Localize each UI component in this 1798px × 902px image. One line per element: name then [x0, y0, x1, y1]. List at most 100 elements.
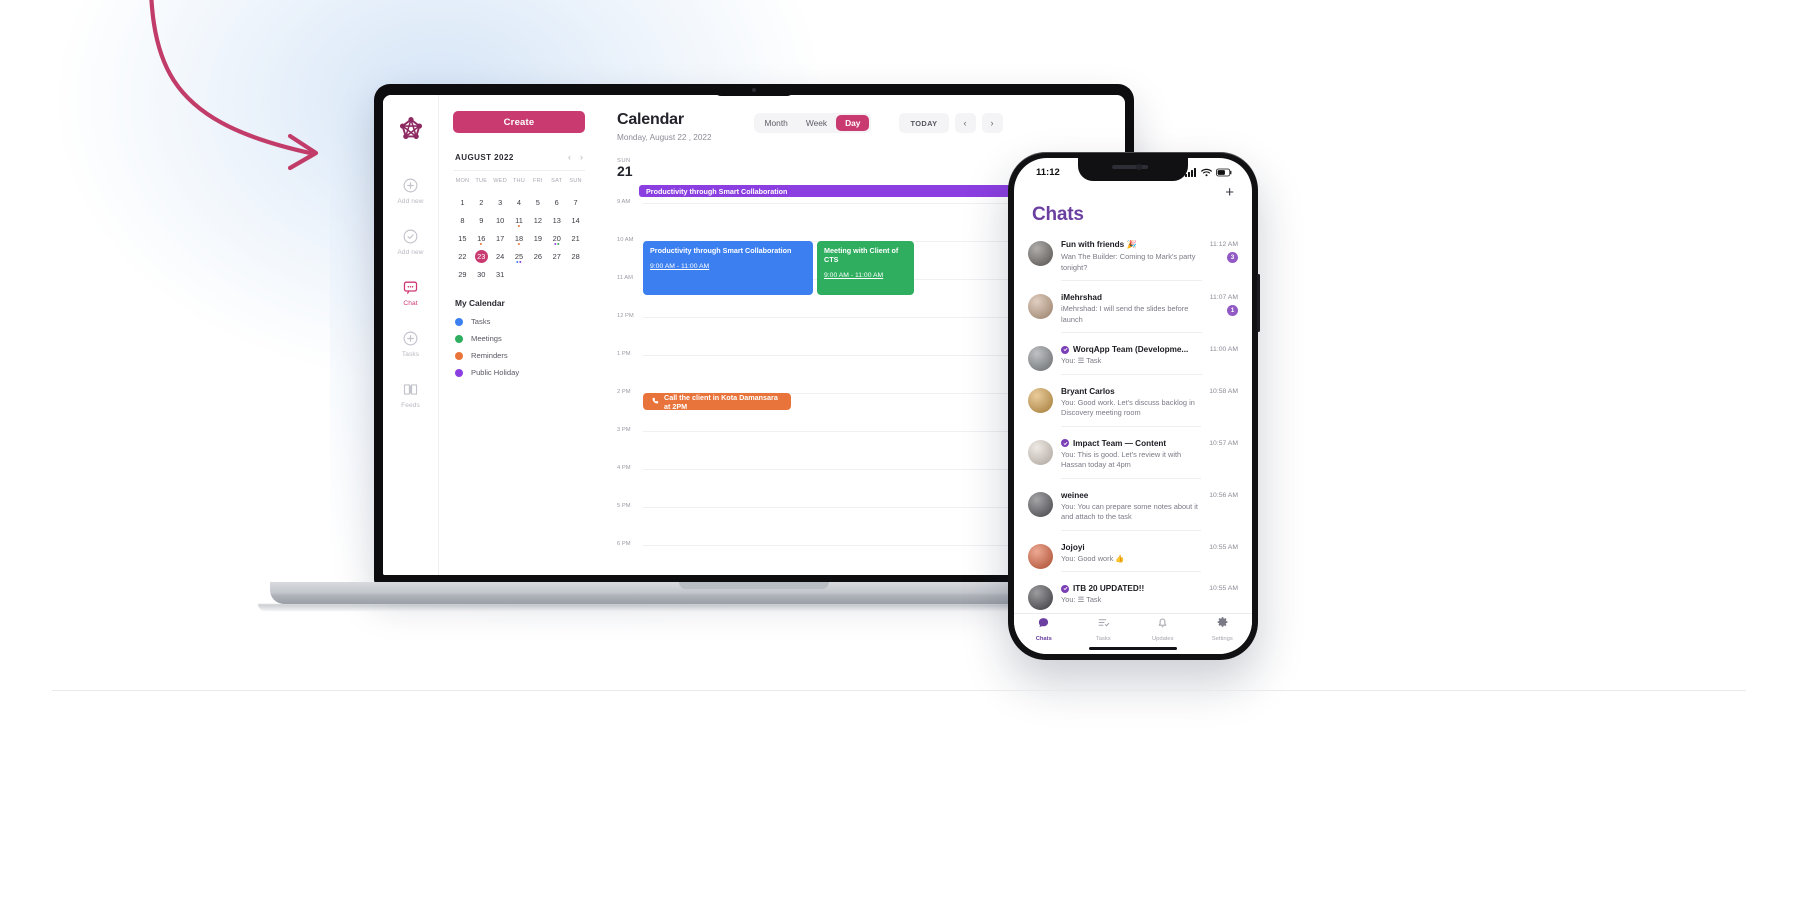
chat-list-item[interactable]: ITB 20 UPDATED!! You: ☰ Task 10:55 AM — [1014, 578, 1252, 614]
create-button[interactable]: Create — [453, 111, 585, 133]
mini-calendar-day[interactable]: 27 — [547, 248, 566, 264]
chat-name: ITB 20 UPDATED!! — [1073, 584, 1145, 594]
chat-list-item[interactable]: Fun with friends 🎉 Wan The Builder: Comin… — [1014, 234, 1252, 287]
mini-calendar-day[interactable]: 1 — [453, 194, 472, 210]
event-title: Meeting with Client of CTS — [824, 246, 899, 265]
sidebar-item-label: Add new — [397, 249, 424, 256]
chevron-left-icon[interactable]: ‹ — [568, 152, 571, 162]
mini-calendar-day[interactable]: 2 — [472, 194, 491, 210]
chat-list-item[interactable]: weinee You: You can prepare some notes ab… — [1014, 485, 1252, 537]
legend-color-dot — [455, 368, 463, 377]
sidebar-item-add-new-1[interactable]: Add new — [383, 177, 438, 205]
mini-calendar-day[interactable]: 22 — [453, 248, 472, 264]
chat-name: Bryant Carlos — [1061, 386, 1115, 396]
mini-calendar-day[interactable]: 4 — [510, 194, 529, 210]
calendar-event[interactable]: Productivity through Smart Collaboration… — [643, 241, 813, 296]
avatar — [1028, 387, 1053, 413]
calendar-reminder[interactable]: Call the client in Kota Damansara at 2PM — [643, 392, 791, 411]
mini-calendar-day[interactable]: 13 — [547, 212, 566, 228]
day-number: 21 — [571, 233, 580, 243]
mini-calendar-day[interactable]: 6 — [547, 194, 566, 210]
sidebar-item-label: Feeds — [401, 402, 420, 409]
mini-calendar-day[interactable]: 19 — [528, 230, 547, 246]
chat-list-item[interactable]: Jojoyi You: Good work 👍 10:55 AM — [1014, 537, 1252, 579]
legend-item[interactable]: Tasks — [453, 317, 585, 326]
sidebar-item-chat[interactable]: Chat — [383, 279, 438, 307]
mini-calendar-day[interactable]: 16 — [472, 230, 491, 246]
chat-list-item[interactable]: iMehrshad iMehrshad: I will send the slid… — [1014, 287, 1252, 339]
tab-label: Settings — [1211, 635, 1233, 642]
legend-item[interactable]: Reminders — [453, 351, 585, 360]
chat-list-item[interactable]: WorqApp Team (Developme... You: ☰ Task 11:… — [1014, 339, 1252, 381]
verified-badge-icon — [1061, 439, 1069, 448]
reminder-title: Call the client in Kota Damansara at 2PM — [664, 392, 778, 411]
mini-calendar-grid: 1 2 3 4 5 6 7 8 9 10 11 12 13 14 15 16 17 18 19 20 21 22 23 24 2… — [453, 194, 585, 282]
screenshot-canvas: Add new Add new Chat Tasks Feeds Create … — [0, 0, 1798, 902]
chat-item-content: Fun with friends 🎉 Wan The Builder: Comin… — [1061, 240, 1202, 282]
day-number: 28 — [571, 251, 580, 261]
sidebar-item-feeds[interactable]: Feeds — [383, 381, 438, 409]
mini-calendar-day[interactable]: 10 — [491, 212, 510, 228]
legend-color-dot — [455, 351, 463, 360]
sidebar-item-tasks[interactable]: Tasks — [383, 330, 438, 358]
tab-settings[interactable]: Settings — [1193, 614, 1253, 643]
legend-label: Tasks — [471, 317, 491, 326]
mini-calendar-day[interactable]: 14 — [566, 212, 585, 228]
mini-calendar-dow-row: MON TUE WED THU FRI SAT SUN — [453, 178, 585, 187]
new-chat-button[interactable]: + — [1014, 183, 1252, 200]
mini-calendar-day[interactable]: 9 — [472, 212, 491, 228]
chat-item-content: weinee You: You can prepare some notes ab… — [1061, 491, 1202, 531]
mini-calendar-day[interactable]: 28 — [566, 248, 585, 264]
sidebar-item-add-new-2[interactable]: Add new — [383, 228, 438, 256]
tab-month[interactable]: Month — [756, 115, 797, 131]
phone-screen: 11:12 + Chats Fun with friends 🎉 Wan The… — [1014, 158, 1252, 654]
chat-preview: You: Good work. Let's discuss backlog in… — [1061, 397, 1195, 418]
tab-updates[interactable]: Updates — [1133, 614, 1193, 643]
chevron-right-icon[interactable]: › — [580, 152, 583, 162]
mini-calendar-day[interactable]: 30 — [472, 266, 491, 282]
chat-list-item[interactable]: Impact Team — Content You: This is good. … — [1014, 433, 1252, 485]
chat-list[interactable]: Fun with friends 🎉 Wan The Builder: Comin… — [1014, 234, 1252, 614]
mini-calendar-day[interactable]: 5 — [528, 194, 547, 210]
chat-timestamp: 10:55 AM — [1209, 543, 1238, 551]
mini-calendar-day[interactable]: 11 — [510, 212, 529, 228]
sidebar-item-label: Add new — [397, 198, 424, 205]
phone-side-button[interactable] — [1257, 274, 1260, 332]
calendar-event[interactable]: Meeting with Client of CTS 9:00 AM - 11:0… — [817, 241, 914, 296]
today-button[interactable]: TODAY — [899, 113, 949, 133]
mini-calendar-day[interactable]: 7 — [566, 194, 585, 210]
chevron-left-icon[interactable]: ‹ — [954, 113, 976, 133]
chat-meta: 11:12 AM 3 — [1210, 240, 1238, 264]
mini-calendar-day[interactable]: 15 — [453, 230, 472, 246]
tab-week[interactable]: Week — [797, 115, 836, 131]
mini-calendar-day[interactable]: 23 — [472, 248, 491, 264]
mini-calendar-day[interactable]: 26 — [528, 248, 547, 264]
status-time: 11:12 — [1036, 167, 1060, 179]
unread-badge: 3 — [1227, 252, 1238, 264]
chevron-right-icon[interactable]: › — [981, 113, 1003, 133]
mini-calendar-day[interactable]: 18 — [510, 230, 529, 246]
mini-calendar-day[interactable]: 12 — [528, 212, 547, 228]
chat-meta: 10:55 AM — [1209, 543, 1238, 551]
legend-item[interactable]: Meetings — [453, 334, 585, 343]
tab-day[interactable]: Day — [836, 115, 870, 131]
legend-item[interactable]: Public Holiday — [453, 368, 585, 377]
mini-calendar-dow: THU — [512, 178, 526, 184]
mini-calendar-day[interactable]: 31 — [491, 266, 510, 282]
mini-calendar-day[interactable]: 17 — [491, 230, 510, 246]
mini-calendar-day[interactable]: 29 — [453, 266, 472, 282]
calendar-legend: Tasks Meetings Reminders Public Holiday — [453, 317, 585, 377]
mini-calendar-day[interactable]: 21 — [566, 230, 585, 246]
tab-chats[interactable]: Chats — [1014, 614, 1074, 643]
calendar-left-panel: Create AUGUST 2022 ‹ › MON TUE WED THU FRI SA… — [439, 95, 597, 575]
chat-name: Impact Team — Content — [1073, 438, 1167, 448]
chat-list-item[interactable]: Bryant Carlos You: Good work. Let's discu… — [1014, 381, 1252, 433]
mini-calendar-day[interactable]: 24 — [491, 248, 510, 264]
mini-calendar-day[interactable]: 20 — [547, 230, 566, 246]
mini-calendar-day[interactable]: 25 — [510, 248, 529, 264]
tab-tasks[interactable]: Tasks — [1074, 614, 1134, 643]
mini-calendar-day[interactable]: 3 — [491, 194, 510, 210]
mini-calendar-day[interactable]: 8 — [453, 212, 472, 228]
chat-timestamp: 11:00 AM — [1209, 346, 1238, 354]
legend-label: Meetings — [471, 334, 502, 343]
